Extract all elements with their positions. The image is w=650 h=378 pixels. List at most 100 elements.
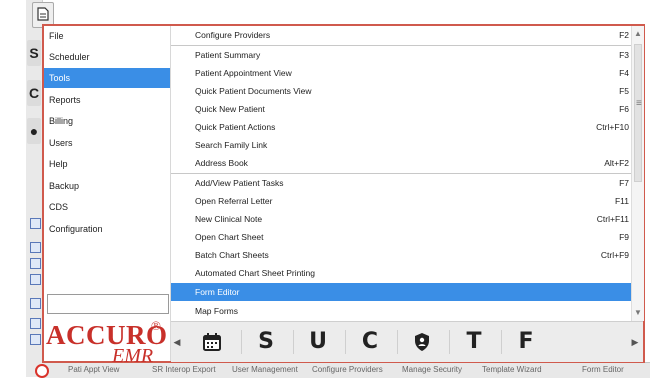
background-icon-7[interactable]	[30, 334, 41, 345]
menu-item-label: Automated Chart Sheet Printing	[195, 268, 316, 278]
background-icon-5[interactable]	[30, 298, 41, 309]
scroll-down-icon[interactable]: ▼	[632, 307, 644, 319]
background-icon-3[interactable]	[30, 258, 41, 269]
menu-item-shortcut: F5	[619, 86, 629, 96]
background-c-button[interactable]: C	[27, 80, 41, 106]
menu-item-label: Form Editor	[195, 287, 240, 297]
category-file[interactable]: File	[44, 26, 170, 46]
toolbar-divider	[449, 330, 450, 354]
menu-item-quick-patient-actions[interactable]: Quick Patient Actions Ctrl+F10	[171, 118, 631, 136]
menu-item-label: Open Referral Letter	[195, 196, 273, 206]
menu-item-label: Open Chart Sheet	[195, 232, 264, 242]
category-tools[interactable]: Tools	[44, 68, 170, 88]
category-billing[interactable]: Billing	[44, 111, 170, 131]
menu-item-label: Map Forms	[195, 306, 238, 316]
menu-item-batch-chart-sheets[interactable]: Batch Chart Sheets Ctrl+F9	[171, 246, 631, 264]
menu-item-quick-patient-documents-view[interactable]: Quick Patient Documents View F5	[171, 82, 631, 100]
menu-item-label: Search Family Link	[195, 140, 268, 150]
toolbar-c-button[interactable]: C	[351, 326, 389, 358]
logo-subtitle: EMR	[112, 345, 154, 367]
tools-submenu: Configure Providers F2 Patient Summary F…	[171, 26, 631, 321]
quickbar-label[interactable]: Template Wizard	[482, 365, 542, 374]
menu-item-label: New Clinical Note	[195, 214, 263, 224]
menu-item-open-referral-letter[interactable]: Open Referral Letter F11	[171, 192, 631, 210]
menu-item-shortcut: F11	[614, 196, 629, 206]
menu-item-label: Add/View Patient Tasks	[195, 178, 284, 188]
menu-item-label: Quick New Patient	[195, 104, 265, 114]
menu-item-shortcut: F3	[619, 50, 629, 60]
menu-item-form-editor[interactable]: Form Editor	[171, 283, 631, 301]
menu-item-quick-new-patient[interactable]: Quick New Patient F6	[171, 100, 631, 118]
background-s-button[interactable]: S	[27, 40, 41, 66]
menu-item-configure-providers[interactable]: Configure Providers F2	[171, 26, 631, 44]
menu-item-address-book[interactable]: Address Book Alt+F2	[171, 154, 631, 172]
toolbar-divider	[293, 330, 294, 354]
menu-item-shortcut: Ctrl+F10	[596, 122, 629, 132]
calendar-icon[interactable]	[193, 326, 231, 358]
accuro-logo: ACCURO ® EMR	[46, 318, 168, 367]
menu-item-automated-chart-sheet-printing[interactable]: Automated Chart Sheet Printing	[171, 264, 631, 282]
background-icon-1[interactable]	[30, 218, 41, 229]
background-user-button[interactable]: ●	[27, 118, 41, 144]
toolbar-s-button[interactable]: S	[247, 326, 285, 358]
toolbar-divider	[397, 330, 398, 354]
menu-item-open-chart-sheet[interactable]: Open Chart Sheet F9	[171, 228, 631, 246]
menu-item-label: Quick Patient Documents View	[195, 86, 312, 96]
main-menu-popup: File Scheduler Tools Reports Billing Use…	[42, 24, 645, 367]
category-reports[interactable]: Reports	[44, 90, 170, 110]
toolbar-divider	[241, 330, 242, 354]
grip-icon: ≡	[636, 98, 642, 109]
menu-search-input[interactable]	[47, 294, 169, 314]
logo-registered-mark: ®	[151, 318, 161, 333]
quickbar-label[interactable]: User Management	[232, 365, 298, 374]
menu-item-patient-summary[interactable]: Patient Summary F3	[171, 46, 631, 64]
toolbar-u-button[interactable]: U	[299, 326, 337, 358]
background-icon-2[interactable]	[30, 242, 41, 253]
start-menu-button[interactable]	[35, 364, 49, 378]
toolbar-f-button[interactable]: F	[507, 326, 545, 358]
category-users[interactable]: Users	[44, 133, 170, 153]
menu-item-shortcut: F7	[619, 178, 629, 188]
category-list: File Scheduler Tools Reports Billing Use…	[44, 26, 171, 367]
menu-item-add-view-patient-tasks[interactable]: Add/View Patient Tasks F7	[171, 174, 631, 192]
menu-item-shortcut: Ctrl+F9	[600, 250, 629, 260]
toolbar-divider	[501, 330, 502, 354]
background-icon-4[interactable]	[30, 274, 41, 285]
submenu-scrollbar[interactable]: ▲ ≡ ▼	[631, 26, 644, 321]
quickbar-label[interactable]: SR Interop Export	[152, 365, 216, 374]
quickbar-label[interactable]: Form Editor	[582, 365, 624, 374]
menu-item-patient-appointment-view[interactable]: Patient Appointment View F4	[171, 64, 631, 82]
category-configuration[interactable]: Configuration	[44, 219, 170, 239]
menu-item-label: Quick Patient Actions	[195, 122, 276, 132]
menu-item-label: Configure Providers	[195, 30, 271, 40]
menu-item-search-family-link[interactable]: Search Family Link	[171, 136, 631, 154]
menu-item-new-clinical-note[interactable]: New Clinical Note Ctrl+F11	[171, 210, 631, 228]
quick-toolbar: ◀ S U C T F ▶	[171, 321, 643, 362]
category-cds[interactable]: CDS	[44, 197, 170, 217]
shield-icon[interactable]	[403, 326, 441, 358]
quickbar-label[interactable]: Configure Providers	[312, 365, 383, 374]
menu-item-shortcut: F9	[619, 232, 629, 242]
menu-item-label: Address Book	[195, 158, 248, 168]
toolbar-scroll-left-icon[interactable]: ◀	[171, 322, 183, 362]
menu-item-label: Batch Chart Sheets	[195, 250, 269, 260]
category-backup[interactable]: Backup	[44, 176, 170, 196]
menu-item-shortcut: F6	[619, 104, 629, 114]
menu-item-shortcut: F4	[619, 68, 629, 78]
document-icon	[37, 7, 49, 21]
toolbar-divider	[345, 330, 346, 354]
background-icon-6[interactable]	[30, 318, 41, 329]
toolbar-t-button[interactable]: T	[455, 326, 493, 358]
scroll-up-icon[interactable]: ▲	[632, 28, 644, 40]
category-help[interactable]: Help	[44, 154, 170, 174]
menu-item-shortcut: F2	[619, 30, 629, 40]
menu-item-map-forms[interactable]: Map Forms	[171, 302, 631, 320]
menu-item-label: Patient Appointment View	[195, 68, 292, 78]
toolbar-scroll-right-icon[interactable]: ▶	[629, 322, 641, 362]
scroll-thumb[interactable]: ≡	[634, 44, 642, 182]
quickbar-label[interactable]: Manage Security	[402, 365, 462, 374]
menu-item-label: Patient Summary	[195, 50, 261, 60]
menu-item-shortcut: Alt+F2	[604, 158, 629, 168]
menu-item-shortcut: Ctrl+F11	[596, 214, 629, 224]
category-scheduler[interactable]: Scheduler	[44, 47, 170, 67]
